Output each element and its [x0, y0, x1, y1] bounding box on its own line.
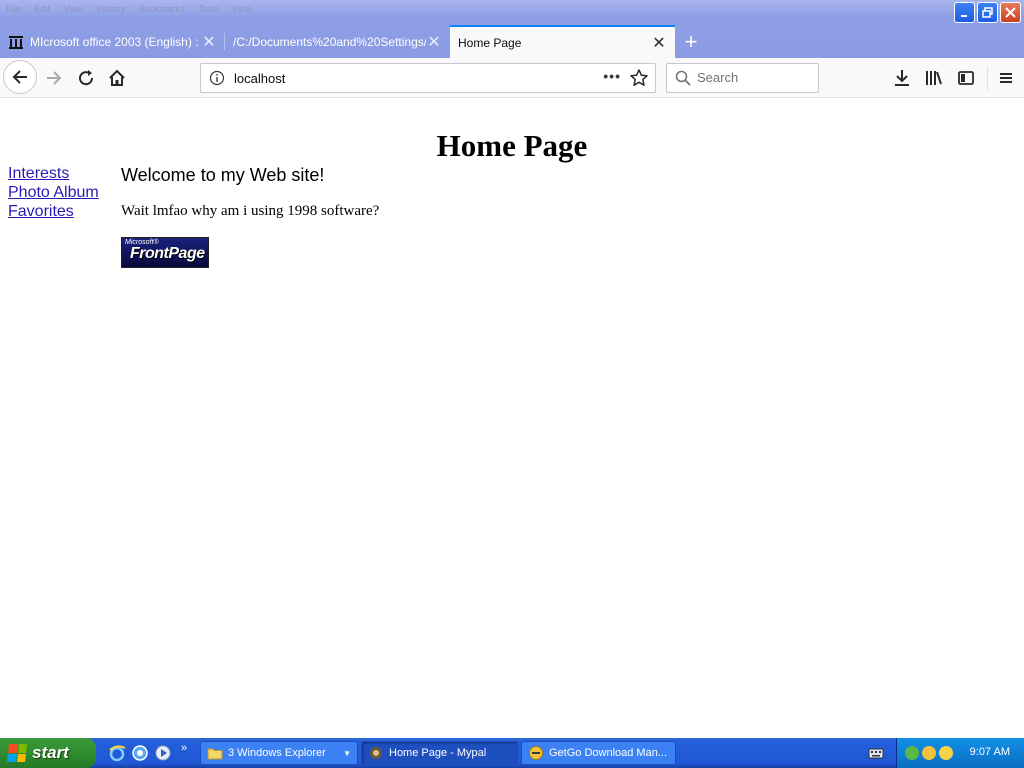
smiley-tray-icon[interactable]: [939, 746, 953, 760]
getgo-tray-icon[interactable]: [922, 746, 936, 760]
home-button[interactable]: [101, 62, 133, 94]
system-tray: 9:07 AM: [896, 738, 1024, 768]
archive-icon: [8, 34, 24, 50]
keyboard-icon[interactable]: [868, 746, 884, 760]
frontpage-badge[interactable]: Microsoft® FrontPage: [121, 237, 209, 268]
downloads-button[interactable]: [886, 62, 918, 94]
new-tab-button[interactable]: +: [675, 25, 707, 58]
nav-link-interests[interactable]: Interests: [8, 164, 99, 183]
arrow-left-icon: [12, 70, 27, 84]
nav-link-favorites[interactable]: Favorites: [8, 202, 99, 221]
quicklaunch-chevron-icon[interactable]: »: [181, 742, 187, 754]
nav-link-photo-album[interactable]: Photo Album: [8, 183, 99, 202]
tab-strip: MIcrosoft office 2003 (English) : M ✕ /C…: [0, 25, 707, 58]
toolbar-divider: [987, 66, 988, 90]
menu-bar: File Edit View History Bookmarks Tools H…: [6, 3, 252, 15]
task-label: Home Page - Mypal: [389, 747, 487, 759]
close-window-button[interactable]: [1000, 2, 1021, 23]
url-text: localhost: [234, 71, 286, 86]
taskbar-item-windows-explorer[interactable]: 3 Windows Explorer ▼: [200, 741, 358, 765]
menu-file[interactable]: File: [6, 3, 21, 15]
search-icon: [675, 70, 691, 91]
navigation-toolbar: localhost •••: [0, 58, 1024, 98]
tab-close-icon[interactable]: ✕: [201, 32, 217, 52]
start-button[interactable]: start: [0, 738, 96, 768]
menu-edit[interactable]: Edit: [35, 3, 51, 15]
web-page: Home Page Interests Photo Album Favorite…: [0, 118, 1024, 738]
menu-bookmarks[interactable]: Bookmarks: [139, 3, 184, 15]
clock[interactable]: 9:07 AM: [970, 746, 1010, 758]
browser-quicklaunch-icon[interactable]: [131, 744, 149, 762]
menu-view[interactable]: View: [64, 3, 83, 15]
hamburger-icon: [1000, 73, 1012, 83]
page-title: Home Page: [436, 128, 588, 163]
internet-explorer-icon[interactable]: [108, 744, 126, 762]
tab-close-icon[interactable]: ✕: [651, 33, 667, 53]
download-icon: [895, 70, 909, 86]
tab-home-page[interactable]: Home Page ✕: [450, 25, 675, 58]
plus-icon: +: [684, 28, 698, 54]
page-paragraph: Wait lmfao why am i using 1998 software?: [121, 203, 380, 219]
minimize-icon: [961, 15, 967, 17]
reload-icon: [79, 70, 94, 86]
tab-label: MIcrosoft office 2003 (English) : M: [30, 34, 201, 49]
more-actions-icon[interactable]: •••: [603, 68, 621, 84]
restore-button[interactable]: [977, 2, 998, 23]
media-player-icon[interactable]: [154, 744, 172, 762]
reload-button[interactable]: [70, 62, 102, 94]
window-controls: [954, 2, 1021, 23]
bookmark-star-icon[interactable]: [629, 68, 649, 93]
forward-button[interactable]: [38, 62, 70, 94]
menu-help[interactable]: Help: [233, 3, 252, 15]
tab-close-icon[interactable]: ✕: [426, 32, 442, 52]
tab-label: /C:/Documents%20and%20Settings/: [233, 34, 426, 49]
folder-icon: [207, 745, 223, 761]
browser-titlebar: File Edit View History Bookmarks Tools H…: [0, 0, 1024, 58]
url-bar[interactable]: localhost •••: [200, 63, 656, 93]
taskbar-item-home-page-mypal[interactable]: Home Page - Mypal: [361, 741, 518, 765]
start-label: start: [32, 743, 69, 762]
task-label: GetGo Download Man...: [549, 747, 668, 759]
home-icon: [109, 69, 125, 86]
minimize-button[interactable]: [954, 2, 975, 23]
close-icon: [1005, 7, 1016, 18]
group-arrow-icon: ▼: [343, 748, 351, 758]
restore-icon: [982, 7, 993, 18]
taskbar-item-getgo[interactable]: GetGo Download Man...: [521, 741, 676, 765]
task-label: 3 Windows Explorer: [228, 747, 326, 759]
sidebar-icon: [958, 71, 974, 85]
tab-label: Home Page: [458, 35, 522, 50]
menu-tools[interactable]: Tools: [198, 3, 219, 15]
menu-history[interactable]: History: [97, 3, 125, 15]
tab-documents[interactable]: /C:/Documents%20and%20Settings/ ✕: [225, 25, 450, 58]
badge-frontpage-text: FrontPage: [130, 245, 205, 262]
welcome-heading: Welcome to my Web site!: [121, 165, 325, 185]
mypal-icon: [368, 745, 384, 761]
site-navigation: Interests Photo Album Favorites: [8, 164, 99, 221]
library-icon: [926, 71, 942, 85]
menu-button[interactable]: [990, 62, 1022, 94]
back-button[interactable]: [3, 60, 37, 94]
sidebar-button[interactable]: [950, 62, 982, 94]
windows-logo-icon: [7, 744, 27, 762]
tab-microsoft-office[interactable]: MIcrosoft office 2003 (English) : M ✕: [0, 25, 225, 58]
network-tray-icon[interactable]: [905, 746, 919, 760]
getgo-icon: [528, 745, 544, 761]
arrow-right-icon: [47, 71, 62, 85]
search-bar[interactable]: [666, 63, 819, 93]
library-button[interactable]: [918, 62, 950, 94]
search-input[interactable]: [697, 70, 807, 85]
info-icon[interactable]: [209, 70, 225, 91]
taskbar: start » 3 Windows Explorer ▼ Home Page -…: [0, 738, 1024, 768]
